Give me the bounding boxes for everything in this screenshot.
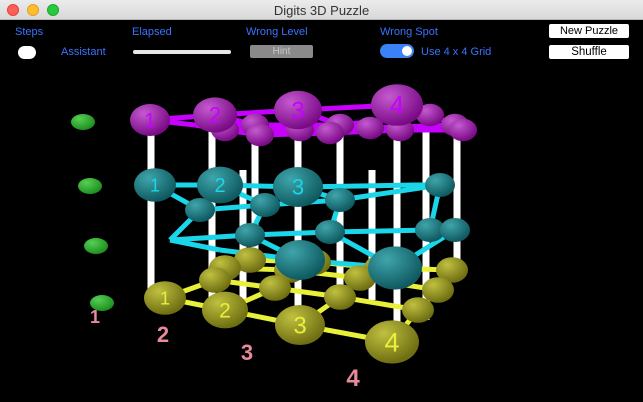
new-puzzle-button[interactable]: New Puzzle <box>549 24 629 38</box>
hint-button[interactable]: Hint <box>250 45 313 58</box>
top-level-sphere <box>316 121 344 145</box>
bottom-level-sphere <box>259 275 291 301</box>
level-marker <box>78 178 102 194</box>
title-bar: Digits 3D Puzzle <box>0 0 643 20</box>
floor-digit: 4 <box>346 365 360 392</box>
top-level-sphere-digit: 3 <box>291 97 304 124</box>
wrong-level-label: Wrong Level <box>246 26 308 38</box>
steps-toggle[interactable] <box>18 46 36 59</box>
middle-level-sphere-digit: 1 <box>150 175 160 195</box>
wrong-spot-label: Wrong Spot <box>380 26 438 38</box>
middle-level-sphere <box>368 246 422 290</box>
middle-level-sphere <box>325 188 355 212</box>
steps-label: Steps <box>15 26 44 38</box>
bottom-level-sphere <box>402 297 434 323</box>
level-marker <box>71 114 95 130</box>
elapsed-label: Elapsed <box>132 26 172 38</box>
puzzle-3d-view[interactable]: 1 2 3 41 2 312342341 <box>0 64 643 402</box>
floor-digit: 1 <box>90 307 100 327</box>
app-window: Digits 3D Puzzle Steps Elapsed Wrong Lev… <box>0 0 643 402</box>
toggle-knob <box>402 46 412 56</box>
top-level-sphere-digit: 1 <box>144 110 155 132</box>
top-level-sphere-digit: 4 <box>390 90 404 120</box>
wrong-spot-toggle[interactable] <box>380 44 414 58</box>
middle-level-sphere <box>425 173 455 197</box>
floor-digit: 2 <box>157 322 169 347</box>
grid-size-label: Use 4 x 4 Grid <box>421 46 492 58</box>
bottom-level-sphere-digit: 1 <box>160 288 170 308</box>
level-marker <box>84 238 108 254</box>
middle-level-link <box>329 227 431 235</box>
top-level-sphere <box>246 123 274 147</box>
middle-level-sphere <box>275 240 325 280</box>
bottom-level-sphere-digit: 4 <box>384 327 399 357</box>
window-title: Digits 3D Puzzle <box>273 3 370 18</box>
bottom-level-sphere <box>422 277 454 303</box>
bottom-level-sphere-digit: 2 <box>219 299 231 322</box>
elapsed-slider[interactable] <box>133 50 231 54</box>
middle-level-sphere <box>235 223 265 247</box>
bottom-level-sphere <box>324 284 356 310</box>
assistant-label: Assistant <box>61 46 106 58</box>
floor-digit: 3 <box>241 340 253 365</box>
bottom-level-sphere <box>199 267 231 293</box>
middle-level-sphere-digit: 2 <box>214 175 225 197</box>
top-level-sphere-digit: 2 <box>209 103 221 128</box>
bottom-level-sphere-digit: 3 <box>293 312 306 339</box>
middle-level-sphere <box>250 193 280 217</box>
shuffle-button[interactable]: Shuffle <box>549 45 629 59</box>
middle-level-sphere <box>315 220 345 244</box>
middle-level-sphere-digit: 3 <box>292 175 304 200</box>
top-level-sphere <box>449 118 477 142</box>
middle-level-sphere <box>440 218 470 242</box>
